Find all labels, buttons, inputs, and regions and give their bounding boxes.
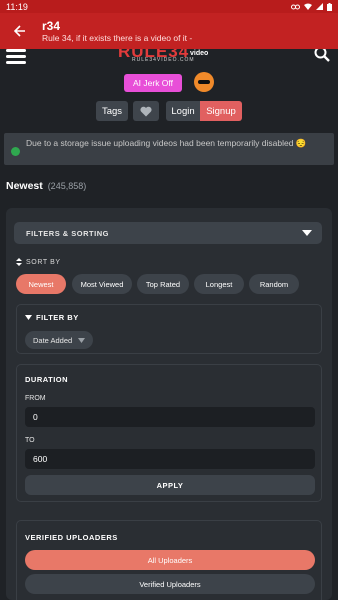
listing-heading: Newest (245,858) bbox=[6, 180, 86, 192]
battery-icon bbox=[327, 2, 332, 11]
verified-uploaders-button[interactable]: Verified Uploaders bbox=[25, 574, 315, 594]
status-icons bbox=[291, 2, 332, 11]
ai-jerk-off-button[interactable]: AI Jerk Off bbox=[124, 74, 182, 92]
arrow-back-icon bbox=[14, 25, 25, 37]
date-added-value: Date Added bbox=[33, 335, 73, 345]
app-bar-url: Rule 34, if it exists there is a video o… bbox=[42, 33, 193, 43]
filters-toggle-label: FILTERS & SORTING bbox=[26, 228, 109, 238]
to-input[interactable]: 600 bbox=[25, 449, 315, 469]
chevron-down-icon bbox=[302, 230, 312, 236]
date-added-select[interactable]: Date Added bbox=[25, 331, 93, 349]
sort-by-label: SORT BY bbox=[16, 258, 61, 266]
app-bar-titles: r34 Rule 34, if it exists there is a vid… bbox=[42, 19, 282, 43]
link-icon bbox=[291, 4, 300, 9]
logo-subtext: RULE34VIDEO.COM bbox=[132, 57, 195, 63]
signup-button[interactable]: Signup bbox=[200, 101, 242, 121]
sort-most-viewed-button[interactable]: Most Viewed bbox=[72, 274, 132, 294]
all-uploaders-button[interactable]: All Uploaders bbox=[25, 550, 315, 570]
wifi-icon bbox=[304, 3, 312, 10]
sort-by-text: SORT BY bbox=[26, 258, 61, 266]
caret-down-icon bbox=[25, 315, 32, 320]
mascot-icon bbox=[194, 72, 214, 92]
app-bar-title: r34 bbox=[42, 19, 61, 33]
back-button[interactable] bbox=[10, 21, 30, 41]
sort-random-button[interactable]: Random bbox=[249, 274, 299, 294]
menu-button[interactable] bbox=[6, 49, 26, 64]
listing-title: Newest bbox=[6, 180, 43, 192]
listing-count: (245,858) bbox=[47, 181, 87, 191]
sort-icon bbox=[16, 258, 22, 266]
status-dot-icon bbox=[11, 147, 20, 156]
from-label: FROM bbox=[25, 395, 46, 402]
tags-button[interactable]: Tags bbox=[96, 101, 128, 121]
duration-title: DURATION bbox=[25, 375, 69, 384]
sort-top-rated-button[interactable]: Top Rated bbox=[137, 274, 189, 294]
logo-tag: video bbox=[190, 50, 209, 57]
chevron-down-icon bbox=[78, 338, 85, 343]
filter-by-section: FILTER BY Date Added bbox=[16, 304, 322, 354]
app-bar: r34 Rule 34, if it exists there is a vid… bbox=[0, 13, 338, 49]
sort-longest-button[interactable]: Longest bbox=[194, 274, 244, 294]
status-bar: 11:19 bbox=[0, 0, 338, 13]
sad-face-icon: 😔 bbox=[295, 138, 307, 148]
verified-uploaders-section: VERIFIED UPLOADERS All Uploaders Verifie… bbox=[16, 520, 322, 600]
duration-section: DURATION FROM 0 TO 600 APPLY bbox=[16, 364, 322, 502]
heart-icon bbox=[140, 106, 152, 116]
hamburger-icon-bar bbox=[6, 61, 26, 64]
signal-icon bbox=[316, 3, 323, 10]
storage-notice: Due to a storage issue uploading videos … bbox=[4, 133, 334, 165]
filter-by-text: FILTER BY bbox=[36, 313, 79, 322]
login-button[interactable]: Login bbox=[166, 101, 200, 121]
sort-newest-button[interactable]: Newest bbox=[16, 274, 66, 294]
filter-by-label: FILTER BY bbox=[25, 313, 79, 322]
favorites-button[interactable] bbox=[133, 101, 159, 121]
apply-button[interactable]: APPLY bbox=[25, 475, 315, 495]
filters-sorting-toggle[interactable]: FILTERS & SORTING bbox=[14, 222, 322, 244]
hamburger-icon-bar bbox=[6, 49, 26, 52]
verified-uploaders-title: VERIFIED UPLOADERS bbox=[25, 533, 118, 542]
from-input[interactable]: 0 bbox=[25, 407, 315, 427]
filters-panel: FILTERS & SORTING SORT BY Newest Most Vi… bbox=[6, 208, 332, 600]
status-time: 11:19 bbox=[6, 1, 28, 12]
hamburger-icon-bar bbox=[6, 55, 26, 58]
notice-text: Due to a storage issue uploading videos … bbox=[26, 138, 294, 148]
to-label: TO bbox=[25, 437, 35, 444]
